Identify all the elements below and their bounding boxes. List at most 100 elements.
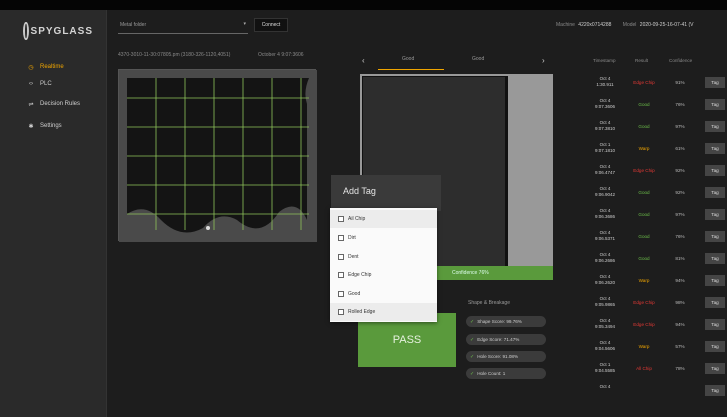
checkbox[interactable] xyxy=(338,272,344,278)
active-tab-indicator xyxy=(378,69,444,70)
table-row: Oct 4 9:05.3494 Edge Chip 94% Tag xyxy=(585,316,727,334)
logo: SPYGLASS xyxy=(23,18,93,44)
score-chip: ✓ Hole Score: 91.08% xyxy=(466,351,546,362)
check-icon: ✓ xyxy=(470,370,475,377)
sidebar-item-realtime[interactable]: ◷ Realtime xyxy=(27,60,63,74)
confidence-cell: 94% xyxy=(675,322,685,327)
timestamp-time: 9:06.2686 xyxy=(594,258,616,263)
checkbox[interactable] xyxy=(338,235,344,241)
timestamp-cell: Oct 1 9:07.1810 xyxy=(587,142,623,154)
timestamp-time: 9:06.4747 xyxy=(594,170,616,175)
tag-option-dirt[interactable]: Dirt xyxy=(330,229,437,247)
tag-option-all-chip[interactable]: Ail Chip xyxy=(330,210,437,228)
chevron-right-icon[interactable]: › xyxy=(542,56,545,65)
top-strip xyxy=(0,0,727,10)
timestamp-date: Oct 4 xyxy=(599,384,611,389)
tag-button[interactable]: Tag xyxy=(705,275,725,286)
sidebar-item-settings[interactable]: ✱ Settings xyxy=(27,119,61,133)
option-label: Good xyxy=(348,291,361,297)
gear-icon: ✱ xyxy=(28,123,34,130)
table-row: Oct 4 9:07.3606 Good 76% Tag xyxy=(585,96,727,114)
tag-option-edge-chip[interactable]: Edge Chip xyxy=(330,266,437,284)
glass-shape xyxy=(119,70,317,242)
tag-button[interactable]: Tag xyxy=(705,363,725,374)
timestamp-cell: Oct 1 9:04.5585 xyxy=(587,362,623,374)
tag-button[interactable]: Tag xyxy=(705,187,725,198)
confidence-cell: 91% xyxy=(675,80,685,85)
result-cell: Edge Chip xyxy=(633,80,655,85)
results-table: Timestamp Result Confidence Oct 4 1:30.91… xyxy=(585,52,727,417)
confidence-cell: 94% xyxy=(675,278,685,283)
tag-option-dent[interactable]: Dent xyxy=(330,248,437,266)
tag-button[interactable]: Tag xyxy=(705,77,725,88)
timestamp-time: 9:04.5606 xyxy=(594,346,616,351)
chevron-left-icon[interactable]: ‹ xyxy=(362,56,365,65)
checkbox[interactable] xyxy=(338,309,344,315)
checkbox[interactable] xyxy=(338,254,344,260)
machine-value: 4220x0714288 xyxy=(578,22,612,28)
table-row: Oct 4 9:04.5606 Warp 57% Tag xyxy=(585,338,727,356)
table-row: Oct 1 9:04.5585 All Chip 78% Tag xyxy=(585,360,727,378)
column-header-result: Result xyxy=(635,58,649,63)
timestamp-time: 9:05.9865 xyxy=(594,302,616,307)
timestamp-cell: Oct 4 9:07.3810 xyxy=(587,120,623,132)
image-id: 4370-3010-11-30:07805.pm (3180-326-1120,… xyxy=(118,52,231,58)
tag-option-rolled-edge[interactable]: Rolled Edge xyxy=(330,303,437,321)
tab-good-1[interactable]: Good xyxy=(402,56,414,62)
timestamp-time: 9:07.3810 xyxy=(594,126,616,131)
tag-button[interactable]: Tag xyxy=(705,253,725,264)
comparison-divider xyxy=(506,76,508,278)
confidence-cell: 76% xyxy=(675,102,685,107)
tag-button[interactable]: Tag xyxy=(705,341,725,352)
timestamp-cell: Oct 4 9:07.3606 xyxy=(587,98,623,110)
tag-button[interactable]: Tag xyxy=(705,99,725,110)
timestamp-time: 9:06.5371 xyxy=(594,236,616,241)
result-cell: Good xyxy=(638,102,650,107)
tag-button[interactable]: Tag xyxy=(705,385,725,396)
timestamp-cell: Oct 4 9:06.2686 xyxy=(587,252,623,264)
tag-button[interactable]: Tag xyxy=(705,319,725,330)
tag-button[interactable]: Tag xyxy=(705,143,725,154)
timestamp-cell: Oct 4 9:04.5606 xyxy=(587,340,623,352)
logo-ring-icon xyxy=(23,22,29,40)
table-row: Oct 1 9:07.1810 Warp 61% Tag xyxy=(585,140,727,158)
table-row: Oct 4 1:30.911 Edge Chip 91% Tag xyxy=(585,74,727,92)
timestamp-time: 1:30.911 xyxy=(596,82,614,87)
machine-label: Machine xyxy=(556,22,575,28)
confidence-cell: 81% xyxy=(675,256,685,261)
checkbox[interactable] xyxy=(338,291,344,297)
tag-button[interactable]: Tag xyxy=(705,231,725,242)
result-cell: Edge Chip xyxy=(633,300,655,305)
folder-select[interactable]: Metal folder ▾ xyxy=(118,18,248,34)
folder-select-value: Metal folder xyxy=(120,22,147,28)
result-cell: Warp xyxy=(638,146,650,151)
tag-button[interactable]: Tag xyxy=(705,121,725,132)
timestamp-time: 9:06.3686 xyxy=(594,214,616,219)
checkbox[interactable] xyxy=(338,216,344,222)
timestamp-cell: Oct 4 xyxy=(587,384,623,390)
tag-button[interactable]: Tag xyxy=(705,297,725,308)
result-cell: All Chip xyxy=(636,366,652,371)
confidence-cell: 92% xyxy=(675,190,685,195)
connect-button[interactable]: Connect xyxy=(254,18,288,32)
result-cell: Good xyxy=(638,212,650,217)
confidence-cell: 92% xyxy=(675,168,685,173)
tag-option-good[interactable]: Good xyxy=(330,285,437,303)
table-row: Oct 4 Tag xyxy=(585,382,727,400)
sidebar-item-plc[interactable]: ‹› PLC xyxy=(27,77,52,91)
result-cell: Good xyxy=(638,256,650,261)
timestamp-cell: Oct 4 9:05.3494 xyxy=(587,318,623,330)
tab-good-2[interactable]: Good xyxy=(472,56,484,62)
model-value: 2020-09-25-16-07-41 (V xyxy=(639,22,694,28)
confidence-cell: 78% xyxy=(675,366,685,371)
timestamp-cell: Oct 4 9:06.3686 xyxy=(587,208,623,220)
tag-button[interactable]: Tag xyxy=(705,165,725,176)
code-icon: ‹› xyxy=(29,81,33,87)
result-cell: Good xyxy=(638,190,650,195)
caret-down-icon: ▾ xyxy=(243,21,246,27)
option-label: Rolled Edge xyxy=(348,309,376,315)
timestamp-time: 9:07.1810 xyxy=(594,148,616,153)
sidebar-item-decision-rules[interactable]: ⇌ Decision Rules xyxy=(27,97,80,111)
tag-button[interactable]: Tag xyxy=(705,209,725,220)
timestamp-time: 9:06.9042 xyxy=(594,192,616,197)
